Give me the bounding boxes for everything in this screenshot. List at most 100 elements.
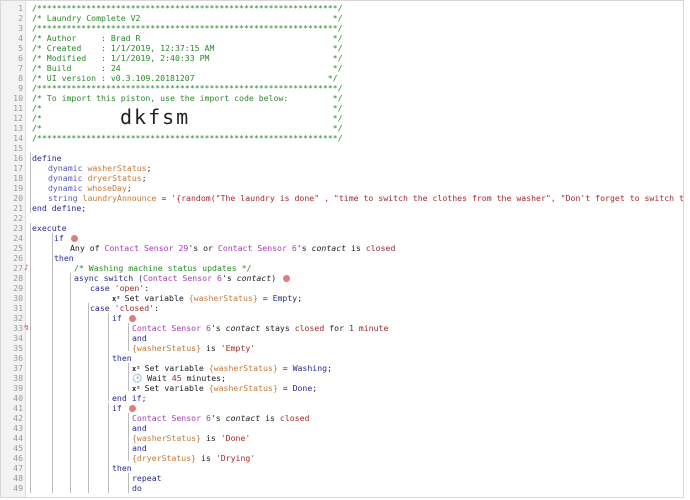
code-line[interactable]: 30 x² Set variable {washerStatus} = Empty… (1, 293, 683, 303)
attribute-name: contact (225, 413, 261, 423)
code-line[interactable]: 40 end if; (1, 393, 683, 403)
code-line[interactable]: 4 /* Author : Brad R */ (1, 33, 683, 43)
code-line[interactable]: 13/* */ (1, 123, 683, 133)
code-line[interactable]: 23 execute (1, 223, 683, 233)
line-marker-icon[interactable]: ♪ (24, 263, 29, 272)
code-text: /* Modified : 1/1/2019, 2:40:33 PM */ (32, 53, 343, 63)
line-number: 36 (13, 353, 23, 363)
line-number: 19 (13, 183, 23, 193)
code-line[interactable]: 10 /* To import this piston, use the impo… (1, 93, 683, 103)
code-line[interactable]: 43 and (1, 423, 683, 433)
line-number: 8 (18, 73, 23, 83)
code-line[interactable]: 26 then (1, 253, 683, 263)
code-line[interactable]: 8 /* UI version : v0.3.109.20181207 */ (1, 73, 683, 83)
code-text: do (132, 483, 142, 493)
value: 45 (171, 373, 182, 383)
condition-badge-icon[interactable] (128, 405, 136, 412)
variable-name: washerStatus (87, 163, 147, 173)
code-line[interactable]: 28 async switch (Contact Sensor 6's conta… (1, 273, 683, 283)
code-text: {washerStatus} is 'Empty' (132, 343, 255, 353)
code-line[interactable]: 46 {dryerStatus} is 'Drying' (1, 453, 683, 463)
line-number: 44 (13, 433, 23, 443)
code-line[interactable]: 17 dynamic washerStatus; (1, 163, 683, 173)
code-line[interactable]: 32 if (1, 313, 683, 323)
code-token: minutes; (181, 373, 227, 383)
code-token: ; (126, 183, 132, 193)
code-text: async switch (Contact Sensor 6's contact… (74, 273, 291, 283)
line-marker-icon[interactable]: ↯ (24, 323, 29, 332)
case-block-guide (88, 303, 89, 493)
code-line[interactable]: 38 🕑 Wait 45 minutes; (1, 373, 683, 383)
keyword: end define; (32, 203, 87, 213)
code-line[interactable]: 34 and (1, 333, 683, 343)
code-line[interactable]: 24 if (1, 233, 683, 243)
condition-badge-icon[interactable] (128, 315, 136, 322)
code-line[interactable]: 20 string laundryAnnounce = '{random("The… (1, 193, 684, 203)
type-keyword: string (48, 193, 78, 203)
expression-icon: x² (112, 295, 125, 303)
line-number: 13 (13, 123, 23, 133)
line-number: 34 (13, 333, 23, 343)
string-value: 'Empty' (220, 343, 256, 353)
code-line[interactable]: 37 x² Set variable {washerStatus} = Washi… (1, 363, 683, 373)
code-token: = (277, 383, 293, 393)
code-line[interactable]: 41 if (1, 403, 683, 413)
code-line[interactable]: 15 (1, 143, 683, 153)
code-text: /* Build : 24 */ (32, 63, 343, 73)
string-value: '{random("The laundry is done" , "time t… (171, 193, 684, 203)
code-line[interactable]: 9 /**************************************… (1, 83, 683, 93)
line-number: 2 (18, 13, 23, 23)
code-line[interactable]: 47 then (1, 463, 683, 473)
code-line[interactable]: 12/* */ (1, 113, 683, 123)
keyword: then (112, 463, 132, 473)
code-text: end if; (112, 393, 147, 403)
code-line[interactable]: 25 Any of Contact Sensor 29's or Contact … (1, 243, 683, 253)
code-line[interactable]: 6 /* Modified : 1/1/2019, 2:40:33 PM */ (1, 53, 683, 63)
line-number: 30 (13, 293, 23, 303)
type-keyword: dynamic (48, 163, 83, 173)
code-text: {dryerStatus} is 'Drying' (132, 453, 255, 463)
code-line[interactable]: 3 /**************************************… (1, 23, 683, 33)
code-line[interactable]: 14 /*************************************… (1, 133, 683, 143)
code-line[interactable]: 49 do (1, 483, 683, 493)
code-line[interactable]: 36 then (1, 353, 683, 363)
line-number: 41 (13, 403, 23, 413)
code-token: is (201, 343, 221, 353)
code-line[interactable]: 7 /* Build : 24 */ (1, 63, 683, 73)
if-bracket (108, 403, 109, 493)
code-text: {washerStatus} is 'Done' (132, 433, 250, 443)
code-line[interactable]: 21 end define; (1, 203, 683, 213)
code-line[interactable]: 44 {washerStatus} is 'Done' (1, 433, 683, 443)
string-value: 'open' (114, 283, 145, 293)
code-line[interactable]: 39 x² Set variable {washerStatus} = Done; (1, 383, 683, 393)
code-line[interactable]: 1 /**************************************… (1, 3, 683, 13)
condition-badge-icon[interactable] (283, 275, 291, 282)
variable-name: {washerStatus} (208, 383, 278, 393)
code-text: execute (32, 223, 67, 233)
line-number: 9 (18, 83, 23, 93)
code-line[interactable]: 2 /* Laundry Complete V2 */ (1, 13, 683, 23)
code-line[interactable]: 45 and (1, 443, 683, 453)
code-line[interactable]: 35 {washerStatus} is 'Empty' (1, 343, 683, 353)
code-line[interactable]: 22 (1, 213, 683, 223)
keyword: define (32, 153, 62, 163)
code-line[interactable]: 27 /* Washing machine status updates */ (1, 263, 683, 273)
code-line[interactable]: 16 define (1, 153, 683, 163)
attribute-name: contact (236, 273, 272, 283)
code-line[interactable]: 29 case 'open': (1, 283, 683, 293)
line-number: 1 (18, 3, 23, 13)
line-number: 26 (13, 253, 23, 263)
line-number: 6 (18, 53, 23, 63)
code-line[interactable]: 42 Contact Sensor 6's contact is closed (1, 413, 683, 423)
line-number: 43 (13, 423, 23, 433)
code-line[interactable]: 33 Contact Sensor 6's contact stays close… (1, 323, 683, 333)
code-line[interactable]: 5 /* Created : 1/1/2019, 12:37:15 AM */ (1, 43, 683, 53)
code-line[interactable]: 31 case 'closed': (1, 303, 683, 313)
code-token: = (156, 193, 172, 203)
device-name: Contact Sensor 6 (132, 413, 211, 423)
code-line[interactable]: 19 dynamic whoseDay; (1, 183, 683, 193)
code-line[interactable]: 48 repeat (1, 473, 683, 483)
condition-badge-icon[interactable] (70, 235, 78, 242)
code-line[interactable]: 11/* */ (1, 103, 683, 113)
code-line[interactable]: 18 dynamic dryerStatus; (1, 173, 683, 183)
